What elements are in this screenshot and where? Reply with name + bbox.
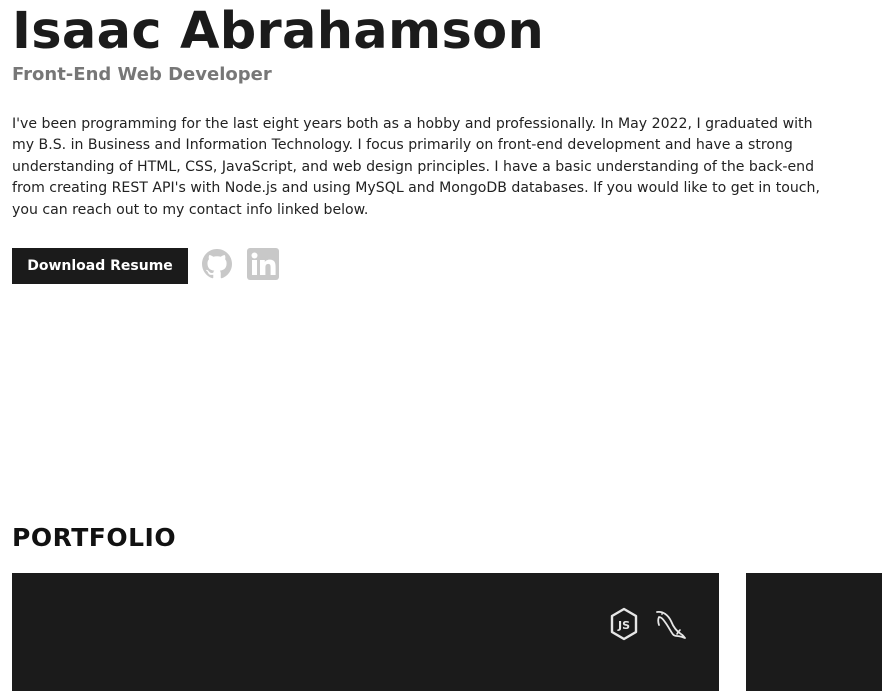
mysql-dolphin-icon xyxy=(653,607,687,641)
github-link[interactable] xyxy=(201,249,233,283)
linkedin-link[interactable] xyxy=(247,248,279,284)
download-resume-button[interactable]: Download Resume xyxy=(12,248,188,284)
portfolio-card[interactable]: JS xyxy=(12,573,719,691)
linkedin-icon xyxy=(247,248,279,284)
bio-paragraph: I've been programming for the last eight… xyxy=(12,116,820,218)
tech-icon-row: JS xyxy=(607,607,687,641)
portfolio-page: Isaac Abrahamson Front-End Web Developer… xyxy=(0,0,882,691)
page-title: Isaac Abrahamson xyxy=(12,2,545,61)
portfolio-heading: PORTFOLIO xyxy=(12,523,177,552)
job-title: Front-End Web Developer xyxy=(12,64,272,85)
nodejs-icon: JS xyxy=(607,607,641,641)
svg-text:JS: JS xyxy=(617,619,630,632)
github-icon xyxy=(202,249,232,283)
action-row: Download Resume xyxy=(12,248,279,284)
portfolio-card[interactable] xyxy=(746,573,882,691)
